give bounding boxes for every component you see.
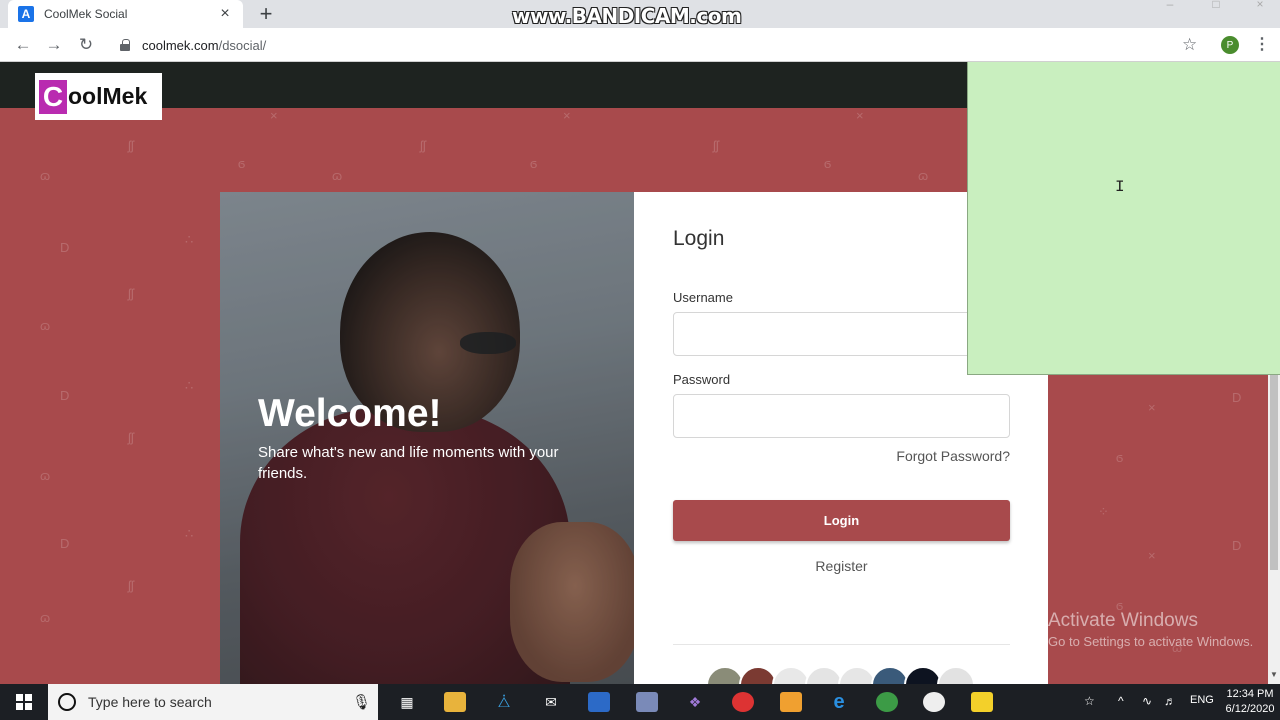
password-label: Password	[673, 372, 731, 387]
people-icon[interactable]: ☆	[1084, 694, 1095, 708]
page-scrollbar[interactable]	[1268, 375, 1280, 684]
profile-avatar[interactable]: P	[1221, 36, 1239, 54]
tab-title: CoolMek Social	[44, 7, 128, 21]
forward-icon[interactable]: →	[43, 34, 65, 56]
activate-title: Activate Windows	[1048, 610, 1198, 631]
store-icon[interactable]	[588, 692, 610, 712]
hero-overlay	[220, 192, 634, 684]
wifi-icon[interactable]: ∿	[1142, 694, 1152, 708]
windows-logo-icon	[16, 694, 32, 710]
hero-title: Welcome!	[258, 392, 442, 435]
username-input[interactable]	[673, 312, 1010, 356]
task-view-icon[interactable]: ▦	[396, 692, 418, 712]
language-indicator[interactable]: ENG	[1190, 694, 1214, 706]
scrollbar-thumb[interactable]	[1270, 375, 1278, 570]
microphone-icon[interactable]: 🎙	[352, 693, 378, 711]
login-card: Welcome! Share what's new and life momen…	[220, 192, 1048, 684]
start-button[interactable]	[0, 684, 48, 720]
register-link[interactable]: Register	[673, 558, 1010, 574]
code-editor-icon[interactable]: ⧊	[493, 692, 515, 712]
file-explorer-icon[interactable]	[444, 692, 466, 712]
logo-text: oolMek	[68, 83, 148, 109]
feather-icon[interactable]: ❖	[684, 692, 706, 712]
taskbar-search[interactable]: Type here to search 🎙	[48, 684, 378, 720]
taskbar-clock[interactable]: 12:34 PM 6/12/2020	[1222, 687, 1278, 717]
lock-icon	[120, 39, 130, 51]
forgot-password-link[interactable]: Forgot Password?	[673, 448, 1010, 464]
edge-icon[interactable]: e	[828, 691, 850, 713]
username-label: Username	[673, 290, 733, 305]
text-cursor-icon: I	[1115, 178, 1125, 196]
login-button[interactable]: Login	[673, 500, 1010, 541]
scroll-down-icon[interactable]: ▼	[1270, 670, 1278, 679]
member-avatar	[937, 666, 975, 684]
bandicam-record-icon[interactable]	[923, 692, 945, 712]
new-tab-button[interactable]: +	[256, 1, 276, 27]
close-window-icon[interactable]: ×	[1240, 0, 1280, 10]
uc-browser-icon[interactable]	[780, 692, 802, 712]
close-tab-icon[interactable]: ×	[217, 5, 233, 23]
login-heading: Login	[673, 227, 725, 250]
browser-menu-icon[interactable]: ⋮	[1254, 34, 1270, 54]
paint-icon[interactable]	[636, 692, 658, 712]
password-input[interactable]	[673, 394, 1010, 438]
reload-icon[interactable]: ↻	[75, 34, 97, 56]
windows-taskbar: Type here to search 🎙 ▦ ⧊ ✉ ❖ e ☆ ^ ∿ ♬ …	[0, 684, 1280, 720]
activate-windows-watermark: Activate Windows Go to Settings to activ…	[1048, 610, 1253, 649]
hero-image: Welcome! Share what's new and life momen…	[220, 192, 640, 684]
pokeball-icon[interactable]	[732, 692, 754, 712]
member-avatars	[706, 666, 975, 684]
tray-expand-icon[interactable]: ^	[1118, 694, 1124, 708]
sticky-note[interactable]	[967, 62, 1280, 375]
maximize-icon[interactable]: □	[1196, 0, 1236, 10]
bookmark-star-icon[interactable]: ☆	[1182, 35, 1197, 55]
volume-icon[interactable]: ♬	[1164, 694, 1176, 708]
browser-tab[interactable]: A CoolMek Social ×	[8, 0, 243, 28]
sticky-notes-icon[interactable]	[971, 692, 993, 712]
clock-date: 6/12/2020	[1225, 703, 1275, 715]
divider	[673, 644, 1010, 645]
recording-watermark: www.BANDICAM.com	[512, 4, 742, 28]
browser-toolbar: ← → ↻ coolmek.com/dsocial/ ☆ P ⋮	[0, 28, 1280, 62]
chrome-icon[interactable]	[876, 692, 898, 712]
tab-favicon-icon: A	[18, 6, 34, 22]
cortana-icon	[58, 693, 76, 711]
taskbar-search-placeholder: Type here to search	[88, 694, 212, 710]
mail-icon[interactable]: ✉	[540, 692, 562, 712]
minimize-icon[interactable]: –	[1150, 0, 1190, 10]
hero-subtitle: Share what's new and life moments with y…	[258, 444, 559, 482]
browser-tabstrip: A CoolMek Social × + www.BANDICAM.com – …	[0, 0, 1280, 28]
back-icon[interactable]: ←	[12, 34, 34, 56]
address-bar[interactable]: coolmek.com/dsocial/	[108, 31, 1208, 59]
url-text: coolmek.com/dsocial/	[142, 37, 267, 53]
clock-time: 12:34 PM	[1226, 688, 1274, 700]
activate-subtitle: Go to Settings to activate Windows.	[1048, 634, 1254, 649]
